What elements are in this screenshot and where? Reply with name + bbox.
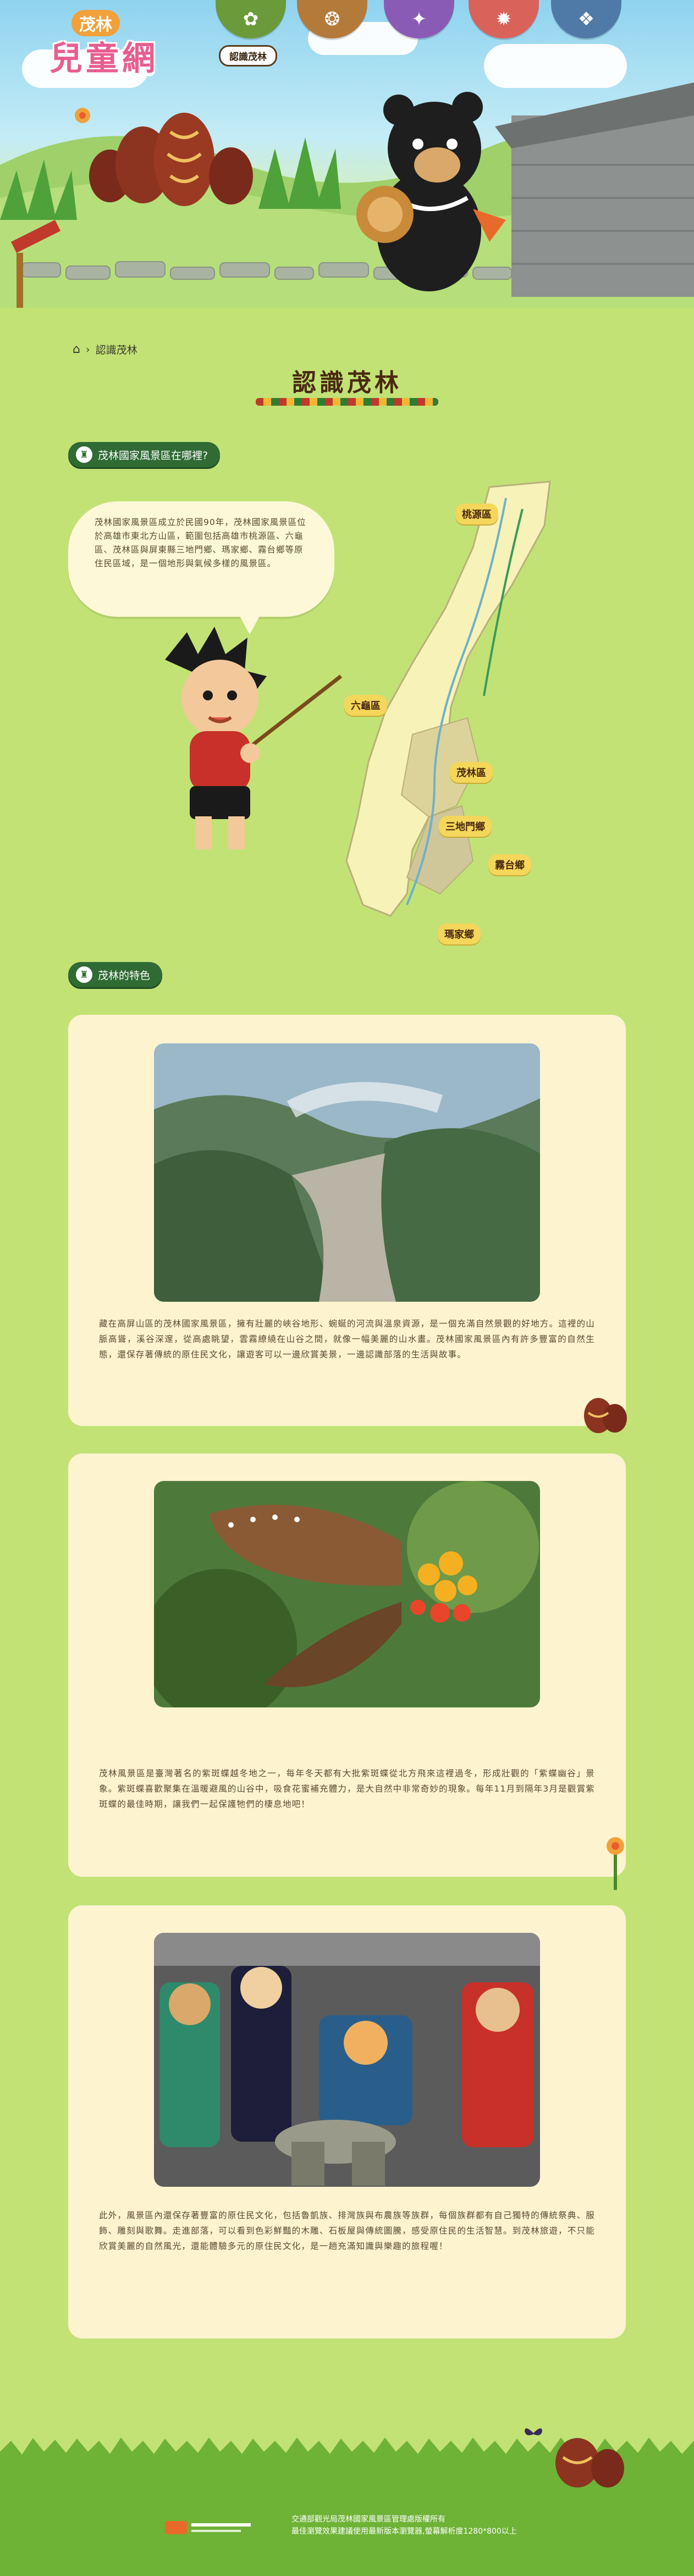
- canyon-photo: [154, 1043, 540, 1302]
- map-label-maolin[interactable]: 茂林區: [450, 762, 493, 783]
- breadcrumb: ⌂ › 認識茂林: [73, 342, 137, 357]
- nav-1-icon: ✿: [243, 8, 259, 30]
- nav-4-icon: ✹: [495, 8, 512, 30]
- breadcrumb-separator: ›: [85, 343, 90, 356]
- section-location-title: 茂林國家風景區在哪裡?: [98, 449, 208, 462]
- title-underline-decoration: [256, 398, 438, 406]
- section-location-heading: ♜ 茂林國家風景區在哪裡?: [68, 442, 221, 467]
- pot-decoration-icon: [584, 1398, 627, 1433]
- footer-agency-logo[interactable]: [165, 2517, 253, 2539]
- pot-icon: ♜: [76, 446, 92, 463]
- nav-5-icon: ❖: [577, 8, 595, 30]
- map-label-wutai[interactable]: 霧台鄉: [488, 854, 531, 875]
- map-label-majia[interactable]: 瑪家鄉: [438, 924, 481, 944]
- page-title: 認識茂林: [292, 369, 402, 397]
- feature-card-butterfly: 茂林風景區是臺灣著名的紫斑蝶越冬地之一，每年冬天都有大批紫斑蝶從北方飛來這裡過冬…: [68, 1453, 626, 1877]
- breadcrumb-current: 認識茂林: [95, 344, 137, 356]
- nav-2-icon: ❂: [324, 8, 340, 30]
- feature-card-1-text: 藏在高屏山區的茂林國家風景區，擁有壯麗的峽谷地形、蜿蜒的河流與溫泉資源，是一個充…: [99, 1319, 595, 1359]
- site-logo[interactable]: 兒童網: [49, 32, 158, 80]
- totem-carving-photo: [154, 1933, 540, 2187]
- map-label-liugui[interactable]: 六龜區: [344, 695, 387, 716]
- home-icon[interactable]: ⌂: [73, 342, 80, 356]
- boy-character-illustration: [165, 627, 343, 849]
- feature-card-3-text: 此外，風景區內還保存著豐富的原住民文化，包括魯凱族、排灣族與布農族等族群，每個族…: [99, 2210, 595, 2251]
- feature-card-landscape: 藏在高屏山區的茂林國家風景區，擁有壯麗的峽谷地形、蜿蜒的河流與溫泉資源，是一個充…: [68, 1015, 626, 1426]
- feature-card-2-text: 茂林風景區是臺灣著名的紫斑蝶越冬地之一，每年冬天都有大批紫斑蝶從北方飛來這裡過冬…: [99, 1768, 595, 1809]
- nav-active-label[interactable]: 認識茂林: [219, 45, 277, 67]
- location-description: 茂林國家風景區成立於民國90年，茂林國家風景區位於高雄市東北方山區，範圍包括高雄…: [95, 517, 306, 568]
- nav-3-icon: ✦: [411, 8, 427, 30]
- footer-copyright: 交通部觀光局茂林國家風景區管理處版權所有 最佳瀏覽效果建議使用最新版本瀏覽器,螢…: [291, 2513, 517, 2538]
- pot-icon: ♜: [76, 966, 92, 983]
- map-label-taoyuan[interactable]: 桃源區: [455, 504, 498, 524]
- footer-butterfly-icon: [525, 2428, 542, 2435]
- hero-banner: 茂林 兒童網 ✿ ❂ ✦ ✹ ❖ 認識茂林: [0, 0, 694, 308]
- flower-decoration-icon: [607, 1837, 624, 1890]
- footer-line-2: 最佳瀏覽效果建議使用最新版本瀏覽器,螢幕解析度1280*800以上: [291, 2527, 517, 2536]
- butterfly-photo: [154, 1481, 540, 1707]
- section-features-heading: ♜ 茂林的特色: [68, 962, 163, 987]
- feature-card-culture: 此外，風景區內還保存著豐富的原住民文化，包括魯凱族、排灣族與布農族等族群，每個族…: [68, 1905, 626, 2339]
- section-features-title: 茂林的特色: [98, 969, 151, 982]
- footer-line-1: 交通部觀光局茂林國家風景區管理處版權所有: [291, 2515, 445, 2524]
- footer-pots-decoration: [555, 2438, 624, 2487]
- map-label-sandimen[interactable]: 三地門鄉: [439, 816, 492, 837]
